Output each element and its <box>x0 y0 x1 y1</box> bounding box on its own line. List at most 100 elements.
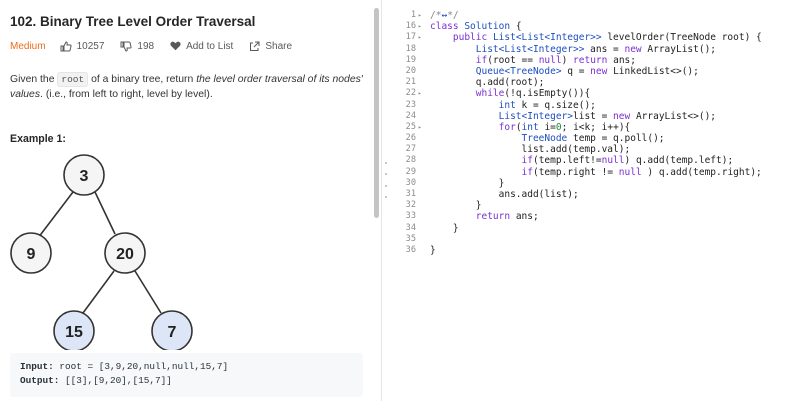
thumbs-down-icon <box>120 41 132 52</box>
code-line[interactable]: 16 ▸ class Solution { <box>390 21 800 32</box>
like-button[interactable]: 10257 <box>60 40 105 52</box>
problem-panel: 102. Binary Tree Level Order Traversal M… <box>0 0 372 401</box>
share-label: Share <box>265 40 293 52</box>
line-number: 23 <box>405 99 416 110</box>
code-line[interactable]: 32 } <box>390 200 800 211</box>
code-line[interactable]: 21 q.add(root); <box>390 77 800 88</box>
code-token: q = <box>567 65 591 77</box>
code-line[interactable]: 20 Queue<TreeNode> q = new LinkedList<>(… <box>390 66 800 77</box>
code-area[interactable]: 1 ▸/*↔*/16 ▸ class Solution {17 ▸ public Lis… <box>390 10 800 256</box>
example-title: Example 1: <box>10 133 66 145</box>
fold-arrow-icon <box>416 144 430 155</box>
code-token: return <box>573 54 614 66</box>
code-token: public <box>452 32 493 44</box>
dislike-button[interactable]: 198 <box>120 41 154 52</box>
code-token: class <box>430 21 465 33</box>
fold-arrow-icon <box>416 77 430 88</box>
binary-tree-diagram: 3 9 20 15 7 <box>10 154 193 350</box>
code-line[interactable]: 27 list.add(temp.val); <box>390 144 800 155</box>
code-editor[interactable]: 1 ▸/*↔*/16 ▸ class Solution {17 ▸ public Lis… <box>390 0 800 401</box>
code-token: } <box>430 244 436 256</box>
resize-handle[interactable] <box>384 162 388 198</box>
fold-arrow-icon[interactable]: ▸ <box>416 32 430 43</box>
fold-arrow-icon[interactable]: ▸ <box>416 122 430 133</box>
line-number: 36 <box>405 244 416 255</box>
code-token: levelOrder(TreeNode root) { <box>607 32 762 44</box>
code-token: (root == <box>487 54 539 66</box>
line-number: 22 <box>405 88 416 99</box>
code-token: if <box>521 166 533 178</box>
code-text: list.add(temp.val); <box>430 144 631 156</box>
code-line[interactable]: 29 if(temp.right != null ) q.add(temp.ri… <box>390 167 800 178</box>
code-line[interactable]: 30 } <box>390 178 800 189</box>
share-icon <box>250 41 260 51</box>
edge-3-9 <box>37 191 74 239</box>
fold-arrow-icon[interactable]: ▸ <box>416 10 430 21</box>
code-token: */ <box>447 10 459 21</box>
code-token: null <box>601 155 625 167</box>
like-count: 10257 <box>76 40 105 52</box>
share-button[interactable]: Share <box>249 41 292 52</box>
example-input-line: Input: root = [3,9,20,null,null,15,7] <box>20 361 229 372</box>
code-line[interactable]: 18 List<List<Integer>> ans = new ArrayLi… <box>390 44 800 55</box>
code-line[interactable]: 26 TreeNode temp = q.poll(); <box>390 133 800 144</box>
fold-arrow-icon[interactable]: ▸ <box>416 21 430 32</box>
fold-arrow-icon[interactable]: ▸ <box>416 88 430 99</box>
code-line[interactable]: 22 ▸ while(!q.isEmpty()){ <box>390 88 800 99</box>
tree-node-label: 15 <box>65 324 83 341</box>
code-token: (temp.left!= <box>532 155 602 167</box>
code-line[interactable]: 33 return ans; <box>390 211 800 222</box>
code-token: if <box>521 155 533 167</box>
code-token: int <box>521 121 545 133</box>
description-scrollbar[interactable] <box>374 8 379 218</box>
line-number: 35 <box>405 233 416 244</box>
add-to-list-button[interactable]: Add to List <box>170 41 233 52</box>
code-token: k = q.size(); <box>521 99 596 111</box>
code-line[interactable]: 35 <box>390 234 800 245</box>
fold-arrow-icon <box>416 55 430 66</box>
problem-meta-bar: Medium 10257 198 Add to List Share <box>10 38 308 54</box>
fold-arrow-icon <box>416 223 430 234</box>
code-line[interactable]: 36} <box>390 245 800 256</box>
code-text: List<List<Integer>> ans = new ArrayList(… <box>430 44 716 55</box>
code-token: int <box>498 99 522 111</box>
code-token: new <box>613 110 636 122</box>
code-token: while <box>475 88 505 100</box>
line-number: 32 <box>405 200 416 211</box>
thumbs-up-icon <box>60 40 72 51</box>
tree-node-label: 7 <box>168 324 177 341</box>
code-line[interactable]: 1 ▸/*↔*/ <box>390 10 800 21</box>
line-number: 21 <box>405 77 416 88</box>
example-io-box: Input: root = [3,9,20,null,null,15,7] Ou… <box>10 353 363 397</box>
code-line[interactable]: 19 if(root == null) return ans; <box>390 55 800 66</box>
code-text: } <box>430 245 436 256</box>
code-token: for <box>498 121 516 133</box>
dislike-count: 198 <box>137 40 155 52</box>
code-text: } <box>430 223 459 234</box>
fold-arrow-icon <box>416 44 430 55</box>
code-line[interactable]: 24 List<Integer>list = new ArrayList<>()… <box>390 111 800 122</box>
code-token: null <box>618 166 642 178</box>
fold-arrow-icon <box>416 234 430 245</box>
code-line[interactable]: 34 } <box>390 223 800 234</box>
fold-arrow-icon <box>416 211 430 222</box>
fold-arrow-icon <box>416 155 430 166</box>
code-line[interactable]: 23 int k = q.size(); <box>390 100 800 111</box>
code-token: ) <box>561 54 574 66</box>
line-number: 1 <box>410 10 416 20</box>
code-line[interactable]: 31 ans.add(list); <box>390 189 800 200</box>
code-text: return ans; <box>430 211 539 222</box>
code-token: ans.add(list); <box>430 189 579 200</box>
code-line[interactable]: 17 ▸ public List<List<Integer>> levelOrde… <box>390 32 800 43</box>
code-token: LinkedList<>(); <box>613 65 699 77</box>
code-token: temp = q.poll(); <box>573 133 665 145</box>
code-line[interactable]: 28 if(temp.left!=null) q.add(temp.left); <box>390 155 800 166</box>
code-token: list.add(temp.val); <box>430 144 631 156</box>
code-line[interactable]: 25 ▸ for(int i=0; i<k; i++){ <box>390 122 800 133</box>
